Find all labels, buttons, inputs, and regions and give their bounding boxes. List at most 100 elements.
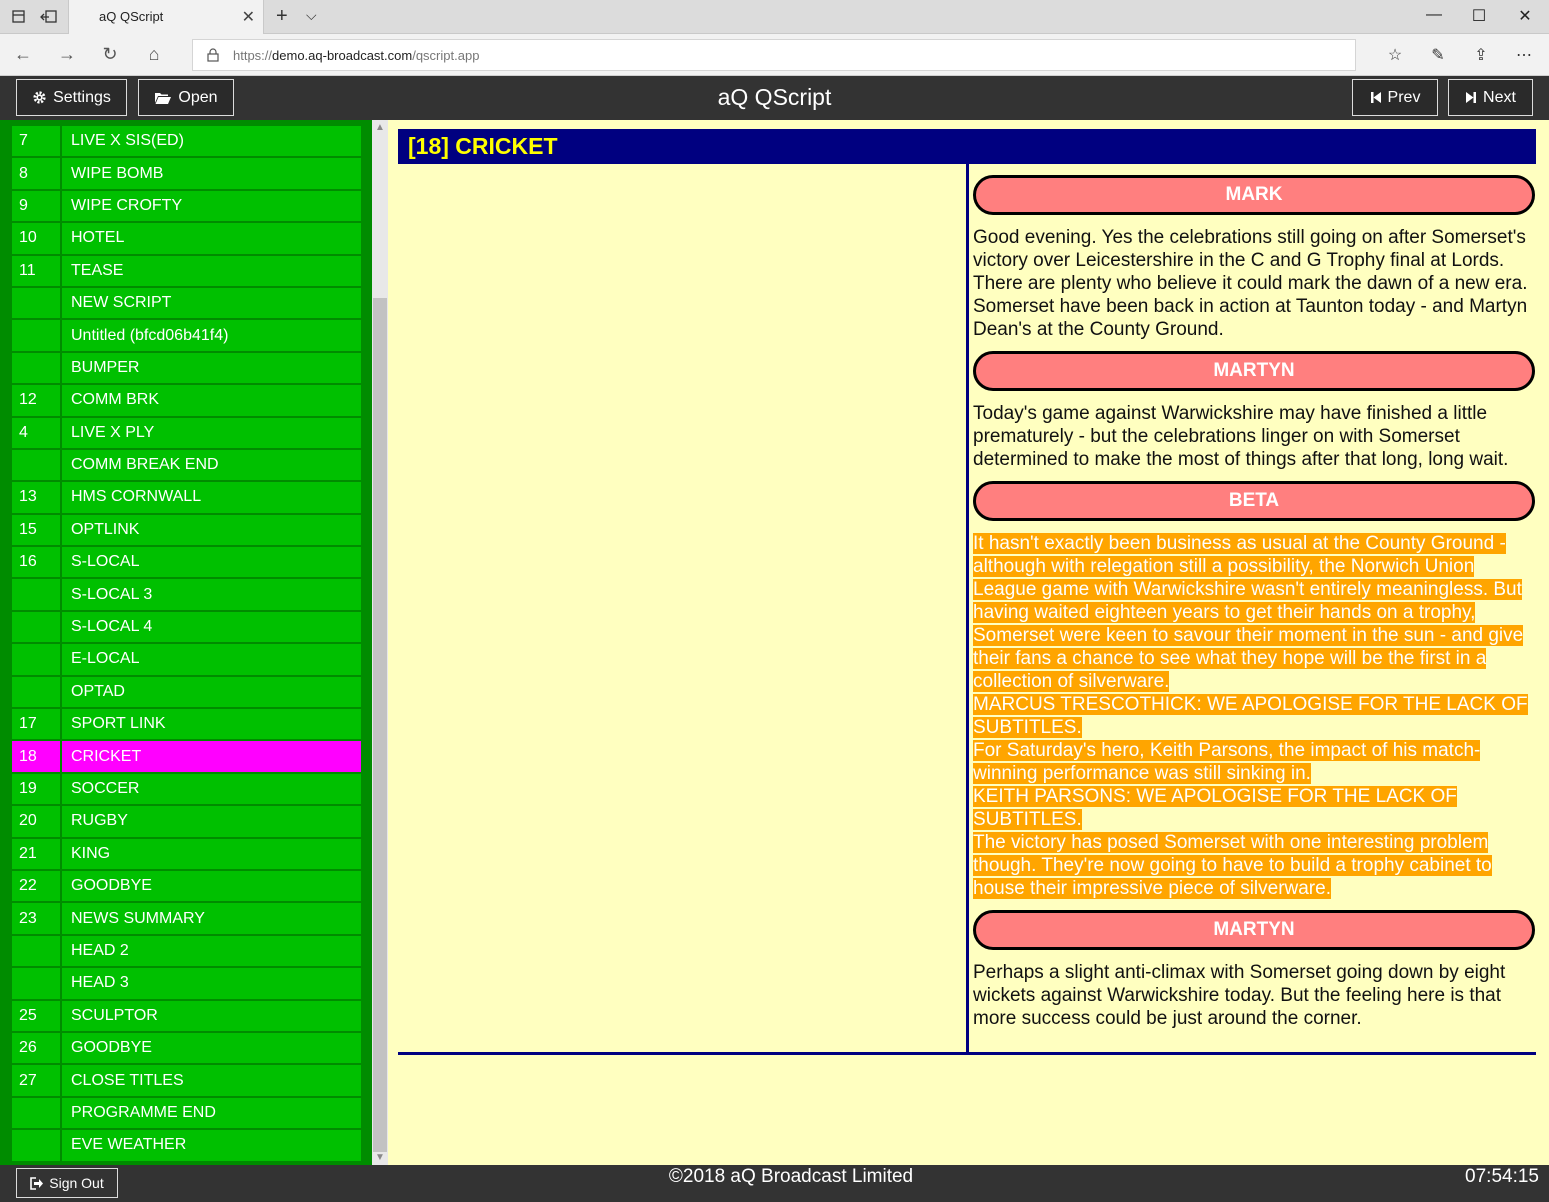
- scroll-down-icon[interactable]: ▼: [375, 1152, 385, 1163]
- script-line: For Saturday's hero, Keith Parsons, the …: [973, 740, 1481, 784]
- rundown-item-label: HOTEL: [71, 229, 125, 247]
- share-icon[interactable]: ⇪: [1470, 45, 1492, 65]
- rundown-item-number: 20: [12, 806, 62, 837]
- presenter-cue: BETA: [973, 481, 1535, 521]
- minimize-icon[interactable]: —: [1424, 6, 1444, 24]
- rundown-item-number: [12, 579, 62, 610]
- rundown-item[interactable]: NEW SCRIPT: [12, 287, 361, 321]
- rundown-item[interactable]: 16 S-LOCAL: [12, 547, 361, 580]
- rundown-item-label: GOODBYE: [71, 1039, 152, 1057]
- column-divider: [966, 164, 969, 1055]
- rundown-item[interactable]: 12 COMM BRK: [12, 385, 361, 418]
- script-line: KEITH PARSONS: WE APOLOGISE FOR THE LACK…: [973, 786, 1457, 830]
- more-icon[interactable]: ⋯: [1513, 45, 1535, 65]
- rundown-item[interactable]: 18 CRICKET: [12, 741, 361, 774]
- new-tab-icon[interactable]: +: [276, 5, 288, 28]
- rundown-item-number: 16: [12, 547, 62, 578]
- tab-list-chevron-icon[interactable]: ⌵: [306, 7, 317, 24]
- rundown-item[interactable]: COMM BREAK END: [12, 449, 361, 483]
- rundown-item[interactable]: HEAD 2: [12, 935, 361, 969]
- story-title: [18] CRICKET: [398, 129, 1536, 164]
- favorites-icon[interactable]: ☆: [1384, 45, 1406, 65]
- next-button[interactable]: Next: [1448, 79, 1533, 116]
- sidebar-scrollbar[interactable]: ▲ ▼: [372, 120, 388, 1165]
- rundown-item-number: 17: [12, 709, 62, 740]
- forward-icon[interactable]: →: [56, 44, 78, 65]
- url-field[interactable]: https://demo.aq-broadcast.com/qscript.ap…: [192, 39, 1356, 71]
- rundown-item[interactable]: 9 WIPE CROFTY: [12, 190, 361, 224]
- rundown-item[interactable]: 22 GOODBYE: [12, 870, 361, 904]
- rundown-item[interactable]: 17 SPORT LINK: [12, 709, 361, 742]
- script-line: Perhaps a slight anti-climax with Somers…: [973, 962, 1506, 1029]
- rundown-item[interactable]: 26 GOODBYE: [12, 1032, 361, 1066]
- rundown-item[interactable]: S-LOCAL 4: [12, 611, 361, 645]
- script-line: It hasn't exactly been business as usual…: [973, 533, 1524, 692]
- rundown-item[interactable]: OPTAD: [12, 676, 361, 710]
- rundown-item-label: LIVE X SIS(ED): [71, 132, 184, 150]
- script-paragraph: It hasn't exactly been business as usual…: [973, 532, 1535, 900]
- rundown-item-label: S-LOCAL 4: [71, 618, 153, 636]
- rundown-item-number: 10: [12, 223, 62, 254]
- rundown-item[interactable]: BUMPER: [12, 352, 361, 386]
- set-aside-tabs-icon[interactable]: [40, 8, 58, 26]
- prev-button[interactable]: Prev: [1352, 79, 1438, 116]
- rundown-item-label: TEASE: [71, 261, 124, 279]
- step-backward-icon: [1370, 92, 1381, 103]
- rundown-item-number: 23: [12, 903, 62, 934]
- rundown-item-label: WIPE BOMB: [71, 164, 164, 182]
- rundown-item-number: [12, 352, 62, 384]
- rundown-item[interactable]: 19 SOCCER: [12, 773, 361, 807]
- rundown-item[interactable]: EVE WEATHER: [12, 1130, 361, 1163]
- rundown-item[interactable]: 13 HMS CORNWALL: [12, 482, 361, 515]
- window-close-icon[interactable]: ✕: [1515, 6, 1535, 26]
- copyright-text: ©2018 aQ Broadcast Limited: [668, 1166, 914, 1187]
- rundown-item[interactable]: 4 LIVE X PLY: [12, 417, 361, 450]
- rundown-item[interactable]: 27 CLOSE TITLES: [12, 1065, 361, 1098]
- refresh-icon[interactable]: ↻: [99, 44, 121, 65]
- rundown-item-label: S-LOCAL: [71, 553, 140, 571]
- rundown-item[interactable]: 23 NEWS SUMMARY: [12, 903, 361, 936]
- scroll-up-icon[interactable]: ▲: [375, 122, 385, 133]
- presenter-cue: MARK: [973, 175, 1535, 215]
- rundown-item-label: COMM BREAK END: [71, 456, 219, 474]
- tab-title: aQ QScript: [99, 9, 164, 24]
- rundown-item-label: SOCCER: [71, 780, 140, 797]
- rundown-item[interactable]: 25 SCULPTOR: [12, 1000, 361, 1033]
- rundown-item-number: [12, 449, 62, 481]
- rundown-item-number: 27: [12, 1065, 62, 1096]
- rundown-item[interactable]: S-LOCAL 3: [12, 579, 361, 612]
- rundown-list: 7 LIVE X SIS(ED) 8 WIPE BOMB 9 WIPE CROFTY 10 H…: [12, 126, 361, 1163]
- scrollbar-thumb[interactable]: [373, 298, 387, 1152]
- rundown-item[interactable]: HEAD 3: [12, 968, 361, 1001]
- rundown-item-label: S-LOCAL 3: [71, 585, 153, 603]
- maximize-icon[interactable]: ☐: [1469, 6, 1489, 26]
- rundown-item[interactable]: 8 WIPE BOMB: [12, 158, 361, 191]
- rundown-item-label: COMM BRK: [71, 391, 159, 409]
- rundown-item[interactable]: 21 KING: [12, 838, 361, 871]
- tab-close-icon[interactable]: ✕: [242, 7, 255, 27]
- rundown-item[interactable]: 11 TEASE: [12, 255, 361, 288]
- rundown-item-number: 12: [12, 385, 62, 416]
- prev-label: Prev: [1387, 88, 1421, 106]
- rundown-item-label: OPTLINK: [71, 520, 140, 538]
- home-icon[interactable]: ⌂: [143, 44, 165, 65]
- rundown-item[interactable]: 15 OPTLINK: [12, 514, 361, 548]
- script-line: Today's game against Warwickshire may ha…: [973, 403, 1509, 470]
- rundown-item-number: [12, 320, 62, 351]
- rundown-item[interactable]: E-LOCAL: [12, 644, 361, 677]
- rundown-item[interactable]: 7 LIVE X SIS(ED): [12, 126, 361, 159]
- rundown-item-label: E-LOCAL: [71, 650, 140, 668]
- notes-icon[interactable]: ✎: [1427, 45, 1449, 65]
- rundown-item-number: 15: [12, 514, 62, 546]
- rundown-item[interactable]: 10 HOTEL: [12, 223, 361, 256]
- tab-actions-icon[interactable]: [10, 8, 28, 26]
- rundown-item[interactable]: PROGRAMME END: [12, 1097, 361, 1131]
- rundown-item-label: EVE WEATHER: [71, 1136, 187, 1154]
- rundown-item-label: Untitled (bfcd06b41f4): [71, 326, 229, 344]
- rundown-item[interactable]: 20 RUGBY: [12, 806, 361, 839]
- back-icon[interactable]: ←: [12, 44, 34, 65]
- rundown-item-label: LIVE X PLY: [71, 423, 155, 441]
- browser-tab[interactable]: aQ QScript ✕: [68, 0, 264, 34]
- rundown-item[interactable]: Untitled (bfcd06b41f4): [12, 320, 361, 353]
- rundown-item-number: 19: [12, 773, 62, 805]
